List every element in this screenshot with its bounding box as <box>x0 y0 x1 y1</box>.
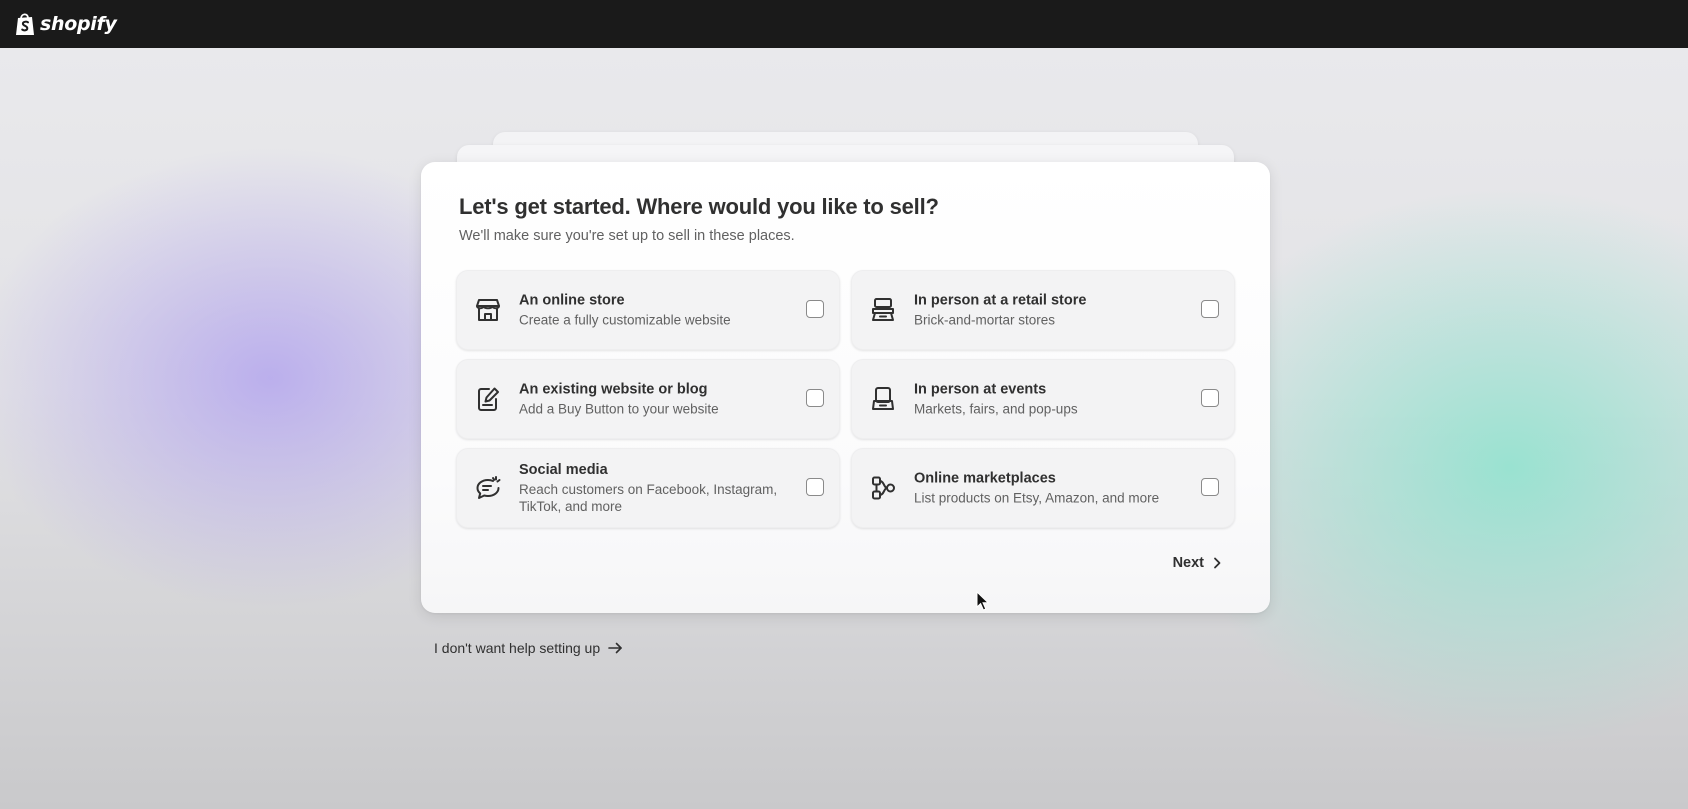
option-checkbox[interactable] <box>806 478 824 496</box>
option-title: An existing website or blog <box>519 381 708 398</box>
chat-spark-icon <box>474 474 502 502</box>
shopify-logo[interactable]: shopify <box>13 11 117 37</box>
option-checkbox[interactable] <box>806 300 824 318</box>
option-description: Reach customers on Facebook, Instagram, … <box>519 482 778 514</box>
option-title: Online marketplaces <box>914 470 1056 487</box>
option-checkbox[interactable] <box>1201 478 1219 496</box>
option-existing-website[interactable]: An existing website or blog Add a Buy Bu… <box>456 359 840 439</box>
option-checkbox[interactable] <box>1201 389 1219 407</box>
chevron-right-icon <box>1214 557 1221 569</box>
page-subtitle: We'll make sure you're set up to sell in… <box>459 228 795 244</box>
option-social-media[interactable]: Social media Reach customers on Facebook… <box>456 448 840 528</box>
skip-setup-link[interactable]: I don't want help setting up <box>434 640 623 656</box>
option-retail-store[interactable]: In person at a retail store Brick-and-mo… <box>851 270 1235 350</box>
option-online-store[interactable]: An online store Create a fully customiza… <box>456 270 840 350</box>
point-of-sale-icon <box>869 296 897 324</box>
option-description: Markets, fairs, and pop-ups <box>914 401 1078 417</box>
option-checkbox[interactable] <box>1201 300 1219 318</box>
option-description: Create a fully customizable website <box>519 312 731 328</box>
channels-icon <box>869 474 897 502</box>
mouse-cursor-icon <box>976 591 990 611</box>
option-description: Brick-and-mortar stores <box>914 312 1056 328</box>
option-title: Social media <box>519 462 608 478</box>
brand-name: shopify <box>40 13 117 35</box>
card-reader-icon <box>869 385 897 413</box>
top-bar: shopify <box>0 0 1688 48</box>
option-events[interactable]: In person at events Markets, fairs, and … <box>851 359 1235 439</box>
skip-setup-label: I don't want help setting up <box>434 640 601 656</box>
onboarding-card: Let's get started. Where would you like … <box>421 162 1270 613</box>
option-title: In person at events <box>914 381 1047 398</box>
shopify-bag-icon <box>16 13 34 35</box>
option-description: List products on Etsy, Amazon, and more <box>914 490 1160 506</box>
next-button-label: Next <box>1172 555 1204 571</box>
option-title: In person at a retail store <box>914 292 1087 309</box>
note-edit-icon <box>474 385 502 413</box>
option-checkbox[interactable] <box>806 389 824 407</box>
option-description: Add a Buy Button to your website <box>519 401 719 417</box>
page-title: Let's get started. Where would you like … <box>459 194 939 219</box>
arrow-right-icon <box>608 642 622 654</box>
option-title: An online store <box>519 292 625 309</box>
next-button[interactable]: Next <box>1173 555 1224 571</box>
storefront-icon <box>474 296 502 324</box>
option-online-marketplaces[interactable]: Online marketplaces List products on Ets… <box>851 448 1235 528</box>
